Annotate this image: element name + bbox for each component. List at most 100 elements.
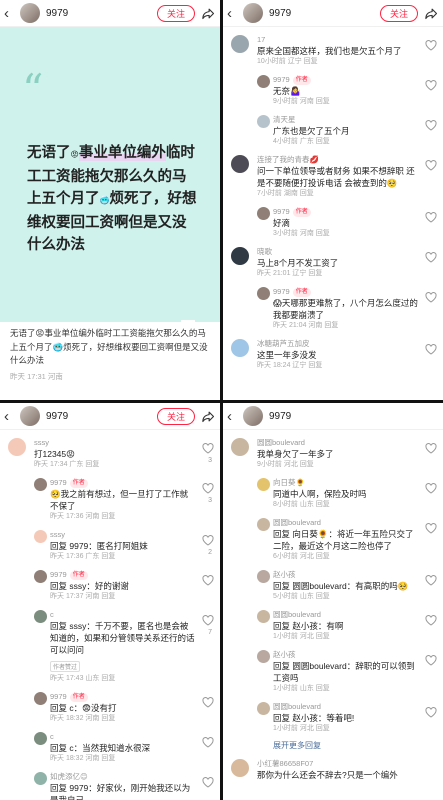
comment-author[interactable]: 清天星 (273, 115, 296, 124)
avatar[interactable] (257, 610, 270, 623)
comment-meta[interactable]: 3小时前 河南 回复 (273, 229, 419, 239)
comment-meta[interactable]: 昨天 18:32 河南 回复 (50, 714, 196, 724)
like-icon[interactable] (202, 737, 214, 748)
like-icon[interactable] (425, 575, 437, 586)
comment-author[interactable]: 9979 (50, 570, 67, 579)
expand-replies-link[interactable]: 展开更多回复 (223, 740, 443, 751)
like-icon[interactable] (425, 615, 437, 626)
author-avatar[interactable] (243, 406, 263, 426)
avatar[interactable] (257, 702, 270, 715)
comment-meta[interactable]: 1小时前 河北 回复 (273, 724, 419, 734)
like-icon[interactable] (202, 615, 214, 626)
avatar[interactable] (257, 75, 270, 88)
comment-author[interactable]: 圆圆boulevard (257, 438, 305, 447)
comment-meta[interactable]: 6小时前 河北 回复 (273, 552, 419, 562)
like-icon[interactable] (425, 252, 437, 263)
like-icon[interactable] (202, 483, 214, 494)
comment-meta[interactable]: 9小时前 河北 回复 (257, 460, 419, 470)
like-icon[interactable] (202, 535, 214, 546)
like-icon[interactable] (425, 344, 437, 355)
avatar[interactable] (8, 438, 26, 456)
author-avatar[interactable] (20, 3, 40, 23)
comment-author[interactable]: 向日葵🌻 (273, 478, 305, 487)
comment-meta[interactable]: 昨天 17:36 河南 回复 (50, 512, 196, 522)
comment-author[interactable]: 9979 (273, 207, 290, 216)
comment-author[interactable]: 圆圆boulevard (273, 518, 321, 527)
like-icon[interactable] (425, 707, 437, 718)
author-name[interactable]: 9979 (46, 8, 157, 19)
avatar[interactable] (34, 478, 47, 491)
like-icon[interactable] (425, 120, 437, 131)
comment-meta[interactable]: 8小时前 山东 回复 (273, 500, 419, 510)
author-avatar[interactable] (243, 3, 263, 23)
avatar[interactable] (257, 650, 270, 663)
avatar[interactable] (231, 339, 249, 357)
author-name[interactable]: 9979 (269, 8, 380, 19)
back-icon[interactable]: ‹ (227, 6, 241, 21)
like-icon[interactable] (202, 697, 214, 708)
comment-meta[interactable]: 昨天 17:37 河南 回复 (50, 592, 196, 602)
share-icon[interactable] (201, 6, 216, 21)
author-name[interactable]: 9979 (269, 411, 439, 422)
avatar[interactable] (34, 692, 47, 705)
comment-author[interactable]: sssy (50, 530, 65, 539)
back-icon[interactable]: ‹ (4, 409, 18, 424)
like-icon[interactable] (425, 80, 437, 91)
like-icon[interactable] (425, 443, 437, 454)
avatar[interactable] (257, 207, 270, 220)
comment-meta[interactable]: 9小时前 河南 回复 (273, 97, 419, 107)
avatar[interactable] (257, 478, 270, 491)
back-icon[interactable]: ‹ (227, 409, 241, 424)
avatar[interactable] (231, 759, 249, 777)
avatar[interactable] (34, 530, 47, 543)
comment-meta[interactable]: 5小时前 山东 回复 (273, 592, 419, 602)
like-icon[interactable] (425, 655, 437, 666)
comment-author[interactable]: 圆圆boulevard (273, 610, 321, 619)
avatar[interactable] (34, 570, 47, 583)
avatar[interactable] (34, 610, 47, 623)
comment-author[interactable]: 17 (257, 35, 265, 44)
comment-author[interactable]: c (50, 732, 54, 741)
comment-meta[interactable]: 7小时前 湖南 回复 (257, 189, 419, 199)
author-avatar[interactable] (20, 406, 40, 426)
comment-meta[interactable]: 10小时前 辽宁 回复 (257, 57, 419, 67)
follow-button[interactable]: 关注 (156, 407, 195, 425)
comment-author[interactable]: 9979 (50, 478, 67, 487)
comment-author[interactable]: 冰糖葫芦五加皮 (257, 339, 310, 348)
comment-meta[interactable]: 1小时前 山东 回复 (273, 684, 419, 694)
like-icon[interactable] (425, 523, 437, 534)
like-icon[interactable] (202, 777, 214, 788)
avatar[interactable] (257, 570, 270, 583)
avatar[interactable] (34, 732, 47, 745)
comment-meta[interactable]: 昨天 17:36 广东 回复 (50, 552, 196, 562)
comment-author[interactable]: 赵小孩 (273, 650, 296, 659)
comment-meta[interactable]: 4小时前 广东 回复 (273, 137, 419, 147)
comment-author[interactable]: c (50, 610, 54, 619)
avatar[interactable] (257, 287, 270, 300)
follow-button[interactable]: 关注 (379, 4, 418, 22)
comment-meta[interactable]: 昨天 17:34 广东 回复 (34, 460, 196, 470)
comment-author[interactable]: 如虎添亿😊 (50, 772, 88, 781)
comment-author[interactable]: 9979 (50, 692, 67, 701)
avatar[interactable] (257, 518, 270, 531)
comment-author[interactable]: 连接了我的青春💋 (257, 155, 319, 164)
comment-author[interactable]: 小红薯86658F07 (257, 758, 419, 769)
comment-author[interactable]: 圆圆boulevard (273, 702, 321, 711)
comment-meta[interactable]: 昨天 18:24 辽宁 回复 (257, 361, 419, 371)
author-name[interactable]: 9979 (46, 411, 157, 422)
avatar[interactable] (34, 772, 47, 785)
comment-author[interactable]: 9979 (273, 75, 290, 84)
share-icon[interactable] (424, 6, 439, 21)
comment-meta[interactable]: 昨天 21:01 辽宁 回复 (257, 269, 419, 279)
comment-meta[interactable]: 昨天 21:04 河南 回复 (273, 321, 419, 331)
comment-author[interactable]: 晓歌 (257, 247, 272, 256)
comment-author[interactable]: sssy (34, 438, 49, 447)
share-icon[interactable] (201, 409, 216, 424)
follow-button[interactable]: 关注 (156, 4, 195, 22)
comment-author[interactable]: 赵小孩 (273, 570, 296, 579)
avatar[interactable] (231, 155, 249, 173)
back-icon[interactable]: ‹ (4, 6, 18, 21)
comment-meta[interactable]: 昨天 17:43 山东 回复 (50, 674, 196, 684)
comment-meta[interactable]: 1小时前 河北 回复 (273, 632, 419, 642)
comment-meta[interactable]: 昨天 18:32 河南 回复 (50, 754, 196, 764)
